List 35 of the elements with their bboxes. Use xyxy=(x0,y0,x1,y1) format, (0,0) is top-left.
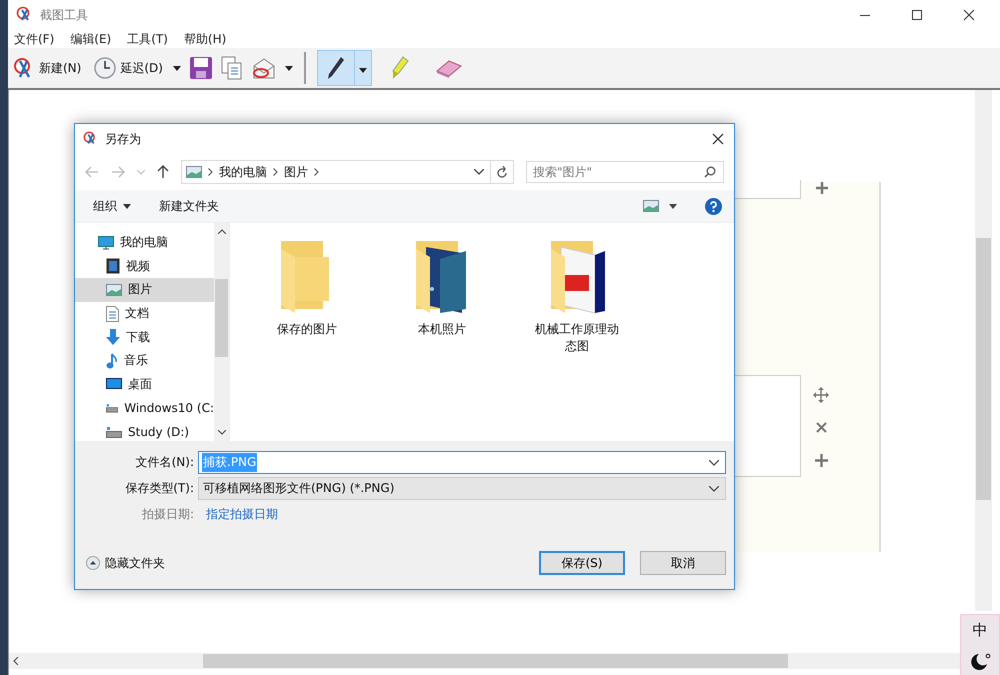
cancel-button[interactable]: 取消 xyxy=(640,551,726,575)
nav-item[interactable]: 我的电脑 xyxy=(75,231,214,255)
hide-folders-toggle[interactable]: 隐藏文件夹 xyxy=(86,554,165,572)
field-label: 文件名(N): xyxy=(134,454,195,471)
folder-item[interactable]: 本机照片 xyxy=(397,239,487,441)
menu-item[interactable]: 帮助(H) xyxy=(184,30,226,48)
field-label: 保存类型(T): xyxy=(124,480,195,497)
organize-menu[interactable]: 组织 xyxy=(93,198,131,214)
nav-item[interactable]: Windows10 (C: xyxy=(75,396,214,420)
file-type-dropdown[interactable]: 可移植网络图形文件(PNG) (*.PNG) xyxy=(198,477,726,500)
nav-item[interactable]: 文档 xyxy=(75,302,214,326)
menu-item[interactable]: 文件(F) xyxy=(14,30,54,48)
field-label: 拍摄日期: xyxy=(140,506,195,523)
new-folder-button[interactable]: 新建文件夹 xyxy=(159,198,219,214)
nav-item[interactable]: Study (D:) xyxy=(75,420,214,441)
input-method-indicator[interactable]: 中 xyxy=(960,614,1000,675)
window-title: 截图工具 xyxy=(40,6,88,24)
date-link[interactable]: 指定拍摄日期 xyxy=(198,506,278,523)
delay-button[interactable]: 延迟(D) xyxy=(91,54,165,82)
address-bar[interactable]: 我的电脑 图片 xyxy=(181,160,514,184)
nav-item[interactable]: 图片 xyxy=(75,278,214,302)
menu-item[interactable]: 编辑(E) xyxy=(70,30,112,48)
folder-item[interactable]: 保存的图片 xyxy=(262,239,352,441)
new-button[interactable]: 新建(N) xyxy=(10,54,84,82)
nav-item[interactable]: 下载 xyxy=(75,325,214,349)
folder-item[interactable]: 机械工作原理动态图 xyxy=(532,239,622,441)
menu-item[interactable]: 工具(T) xyxy=(127,30,168,48)
nav-item[interactable]: 视频 xyxy=(75,254,214,278)
search-field[interactable]: 搜索"图片" xyxy=(526,161,724,183)
nav-item[interactable]: 音乐 xyxy=(75,348,214,373)
nav-item[interactable]: 桌面 xyxy=(75,372,214,396)
dialog-title: 另存为 xyxy=(105,130,141,148)
save-button[interactable]: 保存(S) xyxy=(539,551,625,575)
breadcrumb-item[interactable]: 图片 xyxy=(284,164,308,180)
breadcrumb-item[interactable]: 我的电脑 xyxy=(219,164,267,180)
